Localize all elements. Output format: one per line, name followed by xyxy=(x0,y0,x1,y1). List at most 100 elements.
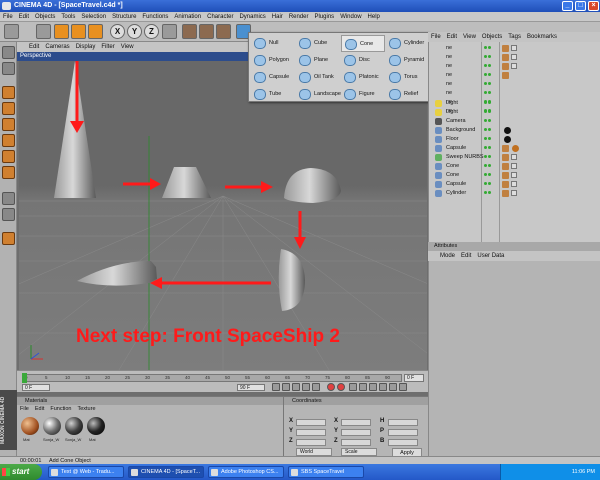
tag-icon[interactable] xyxy=(502,154,509,161)
end-frame-field[interactable]: 90 F xyxy=(237,384,265,391)
maximize-button[interactable]: □ xyxy=(575,1,586,11)
material-menu-edit[interactable]: Edit xyxy=(32,406,47,412)
tag-icon[interactable] xyxy=(502,45,509,52)
position-y-field[interactable] xyxy=(296,429,326,436)
visibility-dots[interactable] xyxy=(484,82,492,87)
viewport-menu-filter[interactable]: Filter xyxy=(98,42,117,52)
menu-structure[interactable]: Structure xyxy=(109,12,139,22)
close-button[interactable]: × xyxy=(588,1,599,11)
use-edge-tool-icon[interactable] xyxy=(2,150,15,163)
rotation-h-field[interactable] xyxy=(388,419,418,426)
parameter-key-icon[interactable] xyxy=(389,383,397,391)
z-axis-button[interactable]: Z xyxy=(144,24,159,39)
tag-icon[interactable] xyxy=(502,63,509,70)
material-menu-function[interactable]: Function xyxy=(47,406,74,412)
palette-platonic[interactable]: Platonic xyxy=(341,69,385,86)
object-menu-view[interactable]: View xyxy=(460,32,479,42)
palette-capsule[interactable]: Capsule xyxy=(251,69,295,86)
next-frame-icon[interactable] xyxy=(302,383,310,391)
taskbar-item[interactable]: Text @ Web - Tradu... xyxy=(48,466,124,478)
palette-cylinder[interactable]: Cylinder xyxy=(386,35,430,52)
object-row[interactable]: ne xyxy=(429,80,600,89)
menu-selection[interactable]: Selection xyxy=(78,12,109,22)
object-row[interactable]: ne xyxy=(429,44,600,53)
texture-tag-icon[interactable] xyxy=(511,163,517,169)
object-row-light[interactable]: Light xyxy=(429,108,600,117)
use-texture-tool-icon[interactable] xyxy=(2,102,15,115)
minimize-button[interactable]: _ xyxy=(562,1,573,11)
visibility-dots[interactable] xyxy=(484,73,492,78)
undo-icon[interactable] xyxy=(4,24,19,39)
tag-icon[interactable] xyxy=(502,163,509,170)
object-row-sweep-nurbs[interactable]: Sweep NURBS xyxy=(429,153,600,162)
play-icon[interactable] xyxy=(292,383,300,391)
object-row[interactable]: ne xyxy=(429,89,600,98)
texture-tag-icon[interactable] xyxy=(511,45,517,51)
menu-character[interactable]: Character xyxy=(204,12,236,22)
palette-cube[interactable]: Cube xyxy=(296,35,340,52)
live-select-icon[interactable] xyxy=(36,24,51,39)
palette-plane[interactable]: Plane xyxy=(296,52,340,69)
visibility-dots[interactable] xyxy=(484,137,492,142)
tag-icon[interactable] xyxy=(502,172,509,179)
visibility-dots[interactable] xyxy=(484,182,492,187)
tag-icon[interactable] xyxy=(502,145,509,152)
go-to-start-icon[interactable] xyxy=(272,383,280,391)
texture-tag-icon[interactable] xyxy=(511,181,517,187)
object-menu-objects[interactable]: Objects xyxy=(479,32,505,42)
size-x-field[interactable] xyxy=(341,419,371,426)
menu-tools[interactable]: Tools xyxy=(58,12,78,22)
material-tag-icon[interactable] xyxy=(504,136,511,143)
x-axis-button[interactable]: X xyxy=(110,24,125,39)
tag-icon[interactable] xyxy=(502,54,509,61)
start-frame-field[interactable]: 0 F xyxy=(22,384,50,391)
menu-edit[interactable]: Edit xyxy=(16,12,32,22)
visibility-dots[interactable] xyxy=(484,55,492,60)
size-y-field[interactable] xyxy=(341,429,371,436)
texture-tag-icon[interactable] xyxy=(511,154,517,160)
palette-cone[interactable]: Cone xyxy=(341,35,385,52)
texture-tag-icon[interactable] xyxy=(511,54,517,60)
render-view-icon[interactable] xyxy=(182,24,197,39)
texture-tag-icon[interactable] xyxy=(511,190,517,196)
taskbar-item[interactable]: SBS SpaceTravel xyxy=(288,466,364,478)
object-menu-tags[interactable]: Tags xyxy=(505,32,524,42)
go-to-end-icon[interactable] xyxy=(312,383,320,391)
keyframe-selection-icon[interactable] xyxy=(349,383,357,391)
position-x-field[interactable] xyxy=(296,419,326,426)
taskbar-item[interactable]: Adobe Photoshop CS... xyxy=(208,466,284,478)
use-object-tool-icon[interactable] xyxy=(2,62,15,75)
point-level-key-icon[interactable] xyxy=(399,383,407,391)
y-axis-button[interactable]: Y xyxy=(127,24,142,39)
palette-figure[interactable]: Figure xyxy=(341,86,385,103)
size-z-field[interactable] xyxy=(341,439,371,446)
menu-hair[interactable]: Hair xyxy=(269,12,286,22)
object-menu-bookmarks[interactable]: Bookmarks xyxy=(524,32,560,42)
render-picture-viewer-icon[interactable] xyxy=(199,24,214,39)
use-model-tool-icon[interactable] xyxy=(2,46,15,59)
material-swatch[interactable] xyxy=(43,417,61,435)
visibility-dots[interactable] xyxy=(484,164,492,169)
tag-icon[interactable] xyxy=(502,181,509,188)
object-row[interactable]: ne xyxy=(429,53,600,62)
visibility-dots[interactable] xyxy=(484,91,492,96)
object-row[interactable]: ne xyxy=(429,62,600,71)
render-settings-icon[interactable] xyxy=(216,24,231,39)
record-icon[interactable] xyxy=(327,383,335,391)
use-point-tool-icon[interactable] xyxy=(2,134,15,147)
tweak-mode-icon[interactable] xyxy=(2,192,15,205)
palette-polygon[interactable]: Polygon xyxy=(251,52,295,69)
menu-help[interactable]: Help xyxy=(365,12,383,22)
menu-functions[interactable]: Functions xyxy=(139,12,171,22)
attributes-menu-user-data[interactable]: User Data xyxy=(474,251,507,261)
viewport-menu-display[interactable]: Display xyxy=(73,42,99,52)
material-swatch[interactable] xyxy=(87,417,105,435)
visibility-dots[interactable] xyxy=(484,101,492,106)
menu-window[interactable]: Window xyxy=(337,12,364,22)
texture-tag-icon[interactable] xyxy=(511,172,517,178)
scale-icon[interactable] xyxy=(71,24,86,39)
object-row-capsule[interactable]: Capsule xyxy=(429,180,600,189)
tag-icon[interactable] xyxy=(502,72,509,79)
move-icon[interactable] xyxy=(54,24,69,39)
rotation-b-field[interactable] xyxy=(388,439,418,446)
